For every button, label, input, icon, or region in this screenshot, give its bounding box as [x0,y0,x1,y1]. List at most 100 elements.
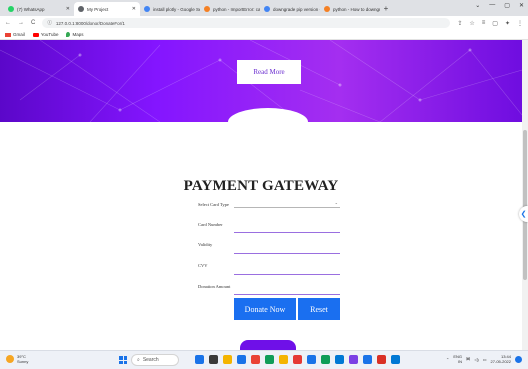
new-tab-button[interactable]: + [380,2,392,16]
browser-tab[interactable]: python - ImportError: cann✕ [200,2,260,16]
media-icon[interactable]: ≡ [482,20,486,27]
volume-icon[interactable]: ◁) [474,357,478,362]
tab-close-icon[interactable]: ✕ [128,6,136,12]
side-panel-toggle-icon[interactable]: ❮ [519,206,528,222]
bookmark-youtube[interactable]: YouTube [32,32,59,37]
taskbar-search[interactable]: ⌕ Search [131,354,179,366]
maximize-button[interactable]: ▢ [504,2,510,9]
taskbar-app-icon[interactable] [377,355,386,364]
bookmark-gmail[interactable]: Gmail [5,32,25,37]
forward-icon[interactable]: → [18,20,24,26]
minimize-button[interactable]: — [489,2,495,9]
sun-icon [6,355,14,363]
tab-label: python - How to downgrad [333,6,380,12]
bookmark-label: Gmail [13,32,25,37]
scrollbar-thumb[interactable] [523,130,527,280]
tab-label: install plotly - Google Sear [153,6,200,12]
wifi-icon[interactable]: ᯼ [466,356,470,362]
taskbar-app-icon[interactable] [363,355,372,364]
lang-region: IN [458,359,463,364]
donation-amount-label: Donation Amount [198,284,231,289]
browser-tab-strip: (7) WhatsApp ✕ My Project ✕ install plotly -… [0,0,528,16]
system-tray: ⌃ ENG IN ᯼ ◁) ▭ 13:44 27-05-2022 [446,354,522,364]
sidepanel-icon[interactable]: ▢ [492,20,498,27]
tab-label: downgrade pip version - G [273,6,320,12]
browser-tab[interactable]: (7) WhatsApp ✕ [4,2,74,16]
weather-widget[interactable]: 39°C Sunny [6,354,28,364]
card-type-label: Select Card Type [198,202,229,207]
hero-banner: Read More [0,40,522,122]
taskbar-app-icon[interactable] [251,355,260,364]
validity-input[interactable] [234,253,340,254]
card-type-select[interactable]: ⌄ [234,200,340,208]
tab-favicon-icon [78,6,84,12]
star-icon[interactable]: ☆ [469,20,474,27]
tab-search-icon[interactable]: ⌄ [475,2,480,9]
page-scrollbar[interactable] [522,40,528,350]
reset-button[interactable]: Reset [298,298,340,320]
browser-tab[interactable]: downgrade pip version - G✕ [260,2,320,16]
taskbar-app-icon[interactable] [307,355,316,364]
taskbar-app-icon[interactable] [265,355,274,364]
tab-label: python - ImportError: cann [213,6,260,12]
donation-amount-input[interactable] [234,294,340,295]
tab-favicon-icon [324,6,330,12]
tab-list: (7) WhatsApp ✕ My Project ✕ install plotly -… [4,2,380,16]
taskbar-app-icon[interactable] [321,355,330,364]
taskbar-app-icon[interactable] [349,355,358,364]
search-label: Search [142,357,159,363]
clock-date: 27-05-2022 [490,359,511,364]
weather-text: 39°C Sunny [17,354,28,364]
back-icon[interactable]: ← [5,20,11,26]
gmail-icon [5,32,11,37]
taskbar-app-icon[interactable] [223,355,232,364]
close-window-button[interactable]: ✕ [519,2,524,9]
read-more-button[interactable]: Read More [237,60,301,84]
tab-favicon-icon [204,6,210,12]
browser-tab[interactable]: install plotly - Google Sear✕ [140,2,200,16]
chevron-up-icon[interactable]: ⌃ [446,357,449,362]
browser-tab[interactable]: python - How to downgrad✕ [320,2,380,16]
window-controls: ⌄ — ▢ ✕ [475,2,524,9]
clock[interactable]: 13:44 27-05-2022 [491,354,511,364]
info-icon[interactable]: ⓘ [47,20,52,26]
taskbar-app-icon[interactable] [195,355,204,364]
windows-start-icon[interactable] [119,356,127,364]
taskbar-app-icon[interactable] [279,355,288,364]
url-text: 127.0.0.1:8000/donor/DonateFor/1 [55,20,125,26]
search-icon: ⌕ [137,357,140,363]
cvv-input[interactable] [234,274,340,275]
taskbar-app-icon[interactable] [293,355,302,364]
browser-tab[interactable]: My Project ✕ [74,2,140,16]
taskbar-app-icon[interactable] [209,355,218,364]
pinned-apps [195,355,400,364]
share-icon[interactable]: ⇪ [457,20,462,27]
bookmark-label: Maps [72,32,84,37]
taskbar-app-icon[interactable] [391,355,400,364]
donate-now-button[interactable]: Donate Now [234,298,296,320]
taskbar-app-icon[interactable] [335,355,344,364]
extension-icon[interactable]: ✦ [505,20,510,27]
page-viewport: Read More PAYMENT GATEWAY Select Card Ty… [0,40,522,350]
card-number-input[interactable] [234,232,340,233]
bookmark-maps[interactable]: Maps [66,32,83,37]
tab-favicon-icon [8,6,14,12]
footer-tab-decoration [240,340,296,350]
weather-desc: Sunny [17,359,29,364]
bookmark-label: YouTube [40,32,59,37]
battery-icon[interactable]: ▭ [483,357,487,362]
notification-icon[interactable] [515,355,522,363]
tab-favicon-icon [144,6,150,12]
validity-label: Validity [198,242,213,247]
taskbar-app-icon[interactable] [237,355,246,364]
card-number-label: Card Number [198,222,223,227]
chevron-down-icon: ⌄ [334,200,338,205]
url-input[interactable]: ⓘ 127.0.0.1:8000/donor/DonateFor/1 [42,18,451,28]
page-title: PAYMENT GATEWAY [183,178,339,194]
tab-close-icon[interactable]: ✕ [62,6,70,12]
toolbar-icons: ⇪ ☆ ≡ ▢ ✦ ⋮ [457,20,523,27]
menu-icon[interactable]: ⋮ [517,20,523,27]
cvv-label: CVV [198,263,208,268]
tab-label: (7) WhatsApp [17,6,45,12]
reload-icon[interactable]: C [31,20,35,26]
